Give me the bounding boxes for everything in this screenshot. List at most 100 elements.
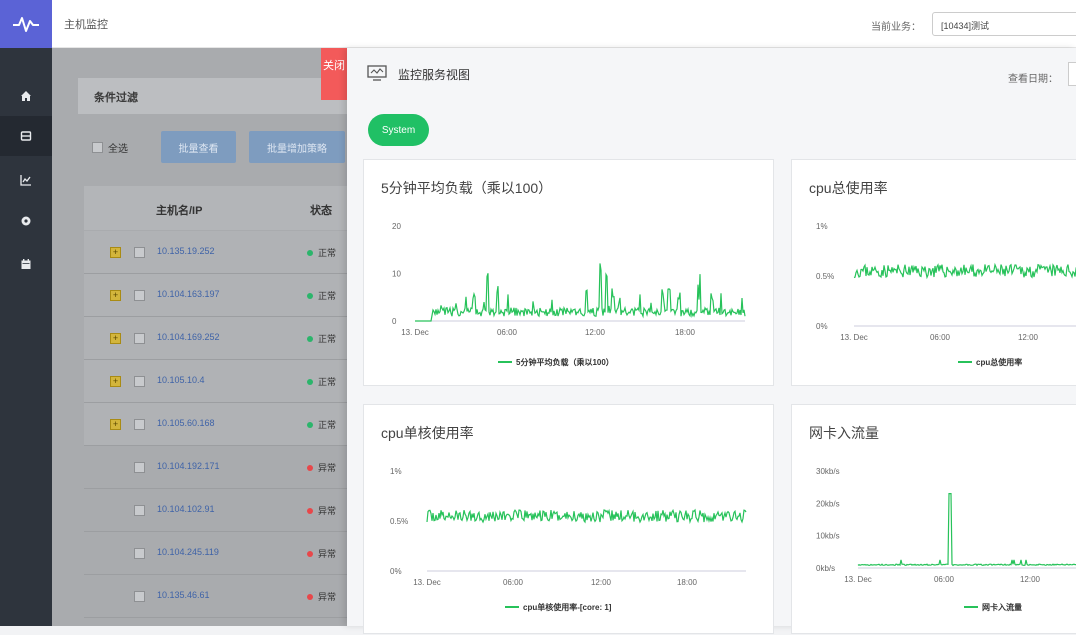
status-badge: 正常 [307,246,336,259]
row-checkbox[interactable] [134,419,145,430]
status-dot [307,464,313,471]
status-dot [307,292,313,299]
row-checkbox[interactable] [134,333,145,344]
x-tick-label: 13. Dec [413,578,441,587]
expand-icon[interactable]: + [110,247,121,258]
x-tick-label: 06:00 [934,575,955,584]
y-tick-label: 0.5% [390,517,408,526]
select-all-checkbox[interactable] [92,142,103,153]
status-badge: 异常 [307,547,336,560]
status-text: 异常 [318,463,337,473]
x-tick-label: 06:00 [930,333,951,342]
table-row[interactable]: +10.105.60.168 正常 [84,403,352,446]
status-dot [307,550,313,557]
table-row[interactable]: 10.104.192.171 异常 [84,446,352,489]
select-all-label: 全选 [108,144,128,155]
table-row[interactable]: 10.135.46.61 异常 [84,575,352,618]
status-dot [307,378,313,385]
status-text: 正常 [318,291,337,301]
sidebar-item-home[interactable] [0,76,52,116]
x-tick-label: 18:00 [675,328,696,337]
host-ip-link[interactable]: 10.104.169.252 [157,332,220,342]
expand-icon[interactable]: + [110,290,121,301]
row-checkbox[interactable] [134,462,145,473]
date-input[interactable] [1068,62,1076,86]
host-ip-link[interactable]: 10.105.10.4 [157,375,205,385]
table-row[interactable]: +10.135.19.252 正常 [84,231,352,274]
tab-system[interactable]: System [368,114,429,146]
sidebar-item-settings[interactable] [0,201,52,241]
view-title: 监控服务视图 [398,68,471,82]
status-dot [307,421,313,428]
chart-card-net-in: 网卡入流量 0kb/s 10kb/s 20kb/s 30kb/s 13. Dec 06:0… [791,404,1076,634]
y-tick-label: 20kb/s [816,499,840,508]
table-row[interactable]: +10.104.169.252 正常 [84,317,352,360]
business-label: 当前业务： [871,22,921,33]
legend-label[interactable]: cpu单核使用率-[core: 1] [523,602,612,612]
y-tick-label: 30kb/s [816,467,840,476]
x-tick-label: 13. Dec [844,575,872,584]
legend-label[interactable]: cpu总使用率 [976,357,1022,367]
status-text: 正常 [318,420,337,430]
status-dot [307,593,313,600]
row-checkbox[interactable] [134,548,145,559]
row-checkbox[interactable] [134,591,145,602]
sidebar-item-calendar[interactable] [0,244,52,284]
y-tick-label: 0 [392,317,397,326]
gear-icon [21,216,31,226]
legend-label[interactable]: 5分钟平均负载（乘以100） [516,357,614,367]
expand-icon[interactable]: + [110,419,121,430]
home-icon [21,91,31,101]
batch-view-button[interactable]: 批量查看 [161,131,236,163]
expand-icon[interactable]: + [110,376,121,387]
status-badge: 正常 [307,418,336,431]
row-checkbox[interactable] [134,376,145,387]
net-in-chart: 0kb/s 10kb/s 20kb/s 30kb/s 13. Dec 06:00 12:00… [816,467,1076,612]
y-tick-label: 10kb/s [816,532,840,541]
logo[interactable] [0,0,52,48]
host-ip-link[interactable]: 10.104.163.197 [157,289,220,299]
status-text: 异常 [318,592,337,602]
x-tick-label: 12:00 [1018,333,1039,342]
x-tick-label: 13. Dec [840,333,868,342]
sidebar-item-database[interactable] [0,116,52,156]
legend-label[interactable]: 网卡入流量 [982,602,1022,612]
y-tick-label: 10 [392,270,401,279]
host-ip-link[interactable]: 10.104.102.91 [157,504,215,514]
table-row[interactable]: +10.104.163.197 正常 [84,274,352,317]
batch-add-strategy-button[interactable]: 批量增加策略 [249,131,345,163]
status-dot [307,335,313,342]
status-dot [307,249,313,256]
business-select[interactable]: [10434]测试 [932,12,1076,36]
series-line [426,508,747,525]
chart-card-load: 5分钟平均负载（乘以100） 0 10 20 13. Dec 06:00 12:00 18:… [363,159,774,386]
row-checkbox[interactable] [134,505,145,516]
monitor-icon [367,65,387,81]
host-ip-link[interactable]: 10.105.60.168 [157,418,215,428]
x-tick-label: 18:00 [677,578,698,587]
host-ip-link[interactable]: 10.135.46.61 [157,590,210,600]
col-host: 主机名/IP [156,205,203,217]
database-icon [20,131,32,141]
host-ip-link[interactable]: 10.135.19.252 [157,246,215,256]
table-row[interactable]: +10.105.10.4 正常 [84,360,352,403]
y-tick-label: 0% [816,322,828,331]
status-badge: 异常 [307,461,336,474]
select-all[interactable]: 全选 [92,140,128,155]
host-ip-link[interactable]: 10.104.192.171 [157,461,220,471]
close-button[interactable]: 关闭 [321,48,347,100]
table-row[interactable]: 10.104.245.119 异常 [84,532,352,575]
row-checkbox[interactable] [134,290,145,301]
status-text: 正常 [318,248,337,258]
cpu-core-chart: 0% 0.5% 1% 13. Dec 06:00 12:00 18:00 cpu单核使用率-[… [390,467,747,612]
expand-icon[interactable]: + [110,333,121,344]
series-line [415,263,746,322]
status-dot [307,507,313,514]
x-tick-label: 13. Dec [401,328,429,337]
table-row[interactable]: 10.104.102.91 异常 [84,489,352,532]
chart-icon [20,175,31,186]
top-bar: 主机监控 当前业务： [10434]测试 [0,0,1076,48]
sidebar-item-chart[interactable] [0,160,52,200]
row-checkbox[interactable] [134,247,145,258]
host-ip-link[interactable]: 10.104.245.119 [157,547,219,557]
